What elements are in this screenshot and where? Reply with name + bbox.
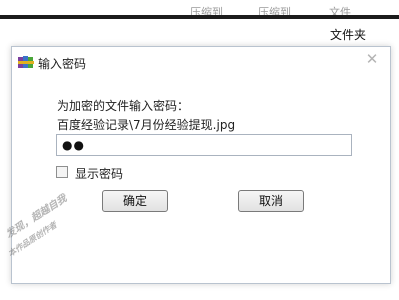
file-path-label: 百度经验记录\7月份经验提现.jpg bbox=[57, 118, 236, 132]
background-window-toolbar: 压缩到 压缩到 文件 文件夹 bbox=[0, 0, 399, 46]
toolbar-divider bbox=[0, 15, 399, 19]
dialog-title: 输入密码 bbox=[38, 57, 87, 71]
password-input[interactable]: ●● bbox=[56, 134, 352, 156]
folder-label: 文件夹 bbox=[330, 28, 367, 42]
cancel-button[interactable]: 取消 bbox=[238, 190, 304, 212]
show-password-checkbox[interactable] bbox=[56, 166, 68, 178]
dialog-titlebar[interactable]: 输入密码 ✕ bbox=[12, 47, 390, 77]
show-password-label[interactable]: 显示密码 bbox=[75, 165, 123, 182]
close-icon[interactable]: ✕ bbox=[362, 49, 382, 69]
password-prompt: 为加密的文件输入密码： bbox=[57, 99, 190, 113]
ok-button[interactable]: 确定 bbox=[102, 190, 168, 212]
password-dialog: 输入密码 ✕ 为加密的文件输入密码： 百度经验记录\7月份经验提现.jpg ●●… bbox=[11, 46, 391, 284]
winrar-books-icon bbox=[18, 56, 34, 68]
